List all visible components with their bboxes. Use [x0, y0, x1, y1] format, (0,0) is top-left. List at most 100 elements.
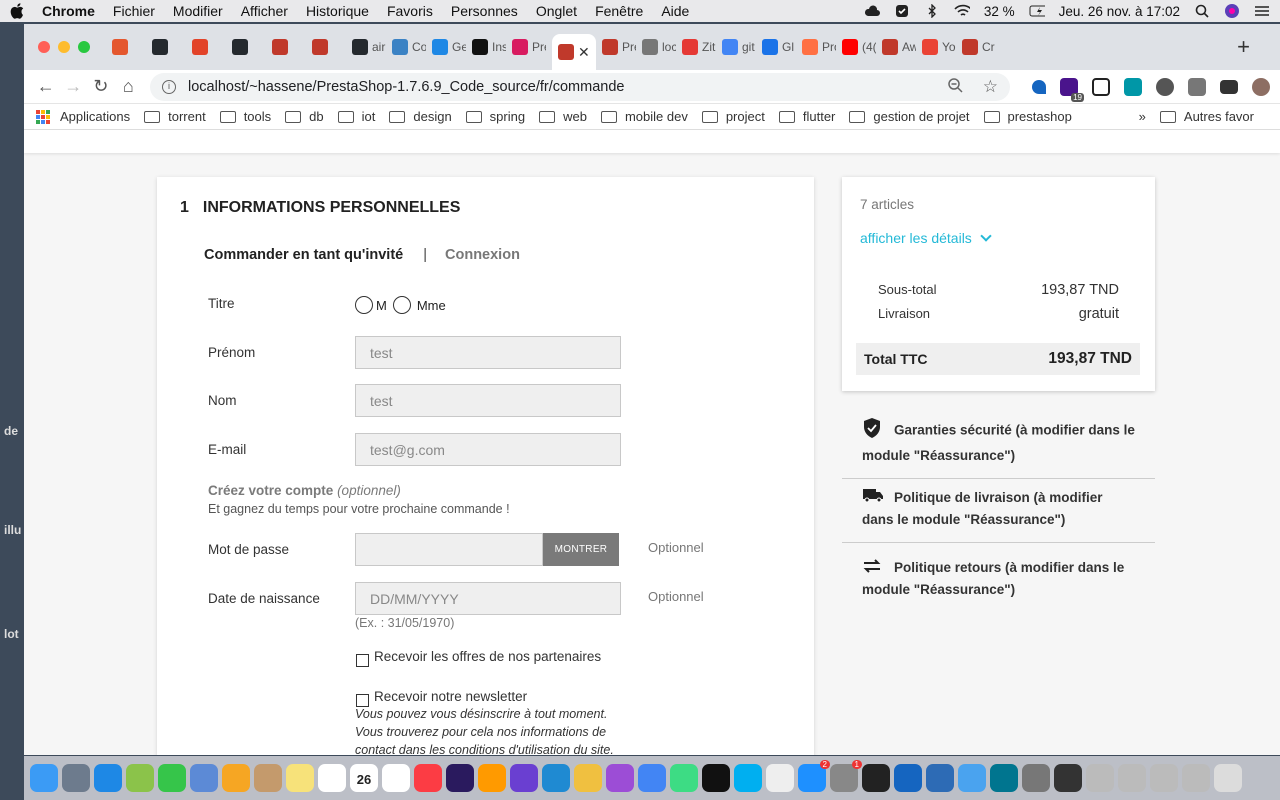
- control-center-icon[interactable]: [1254, 4, 1270, 18]
- calendar-icon[interactable]: 26: [350, 764, 378, 792]
- desktop-label[interactable]: illu: [4, 523, 21, 537]
- other-bookmarks-folder[interactable]: Autres favor: [1159, 109, 1254, 124]
- finder-folder-icon[interactable]: [958, 764, 986, 792]
- menu-fenetre[interactable]: Fenêtre: [595, 3, 643, 19]
- browser-tab[interactable]: [312, 30, 346, 64]
- apple-menu-icon[interactable]: [10, 3, 24, 19]
- browser-tab[interactable]: Yo: [922, 30, 956, 64]
- extensions-puzzle-icon[interactable]: [1188, 77, 1206, 96]
- vscode-icon[interactable]: [542, 764, 570, 792]
- screen2-icon[interactable]: [1118, 764, 1146, 792]
- battery-icon[interactable]: [1029, 4, 1045, 18]
- monitor-icon[interactable]: [1022, 764, 1050, 792]
- back-button[interactable]: ←: [34, 76, 58, 97]
- firstname-input[interactable]: test: [355, 336, 621, 369]
- extension-lt-icon[interactable]: [1092, 77, 1110, 96]
- menu-afficher[interactable]: Afficher: [241, 3, 288, 19]
- title-option-m[interactable]: M: [376, 298, 387, 313]
- extension-badge-icon[interactable]: 19: [1060, 77, 1084, 102]
- mysql-workbench-icon[interactable]: [894, 764, 922, 792]
- screen4-icon[interactable]: [1182, 764, 1210, 792]
- screen1-icon[interactable]: [1086, 764, 1114, 792]
- browser-tab[interactable]: Pré: [512, 30, 546, 64]
- bookmark-item[interactable]: torrent: [144, 109, 206, 124]
- bookmark-item[interactable]: iot: [337, 109, 375, 124]
- email-input[interactable]: test@g.com: [355, 433, 621, 466]
- tab-guest-checkout[interactable]: Commander en tant qu'invité: [204, 247, 403, 263]
- show-details-link[interactable]: afficher les détails: [860, 230, 992, 246]
- mysql-icon[interactable]: [990, 764, 1018, 792]
- bookmark-item[interactable]: project: [701, 109, 765, 124]
- browser-tab[interactable]: Gl: [762, 30, 796, 64]
- browser-tab[interactable]: [192, 30, 226, 64]
- wifi-icon[interactable]: [954, 4, 970, 18]
- textedit-icon[interactable]: [766, 764, 794, 792]
- home-button[interactable]: ⌂: [117, 76, 141, 97]
- virtualbox-icon[interactable]: [926, 764, 954, 792]
- console-icon[interactable]: [1054, 764, 1082, 792]
- close-tab-icon[interactable]: ✕: [578, 44, 590, 61]
- photos-icon[interactable]: [222, 764, 250, 792]
- chrome-icon[interactable]: [638, 764, 666, 792]
- browser-tab[interactable]: [152, 30, 186, 64]
- browser-tab[interactable]: Zit: [682, 30, 716, 64]
- maps-icon[interactable]: [126, 764, 154, 792]
- browser-tab[interactable]: Ge: [432, 30, 466, 64]
- browser-tab[interactable]: [232, 30, 266, 64]
- spotlight-search-icon[interactable]: [1194, 4, 1210, 18]
- messages-icon[interactable]: [158, 764, 186, 792]
- illustrator-icon[interactable]: [478, 764, 506, 792]
- close-window-button[interactable]: [38, 41, 50, 53]
- menu-onglet[interactable]: Onglet: [536, 3, 577, 19]
- zoom-window-button[interactable]: [78, 41, 90, 53]
- notion-icon[interactable]: [318, 764, 346, 792]
- finder-icon[interactable]: [30, 764, 58, 792]
- step-title[interactable]: 1 Informations personnelles: [180, 199, 460, 217]
- browser-tab[interactable]: loc: [642, 30, 676, 64]
- notes-icon[interactable]: [286, 764, 314, 792]
- extension-wave-icon[interactable]: [1124, 77, 1142, 96]
- minimize-window-button[interactable]: [58, 41, 70, 53]
- title-option-mme[interactable]: Mme: [417, 298, 446, 313]
- menu-historique[interactable]: Historique: [306, 3, 369, 19]
- podcasts-icon[interactable]: [606, 764, 634, 792]
- bluetooth-icon[interactable]: [924, 4, 940, 18]
- browser-tab[interactable]: git: [722, 30, 756, 64]
- desktop-label[interactable]: de: [4, 424, 18, 438]
- profile-avatar[interactable]: [1252, 77, 1270, 96]
- extension-v-icon[interactable]: [1032, 79, 1046, 94]
- appstore-icon[interactable]: 2: [798, 760, 830, 792]
- show-password-button[interactable]: MONTRER: [543, 533, 619, 566]
- browser-tab[interactable]: Pro: [802, 30, 836, 64]
- title-radio-m[interactable]: [355, 296, 373, 314]
- bookmark-item[interactable]: spring: [465, 109, 525, 124]
- bookmark-item[interactable]: tools: [219, 109, 271, 124]
- terminal-icon[interactable]: [862, 764, 890, 792]
- menu-modifier[interactable]: Modifier: [173, 3, 223, 19]
- bookmark-item[interactable]: gestion de projet: [849, 109, 970, 124]
- lastname-input[interactable]: test: [355, 384, 621, 417]
- menu-aide[interactable]: Aide: [661, 3, 689, 19]
- url-text[interactable]: localhost/~hassene/PrestaShop-1.7.6.9_Co…: [188, 79, 947, 95]
- after-effects-icon[interactable]: [446, 764, 474, 792]
- android-studio-icon[interactable]: [670, 764, 698, 792]
- menu-fichier[interactable]: Fichier: [113, 3, 155, 19]
- settings-icon[interactable]: 1: [830, 760, 862, 792]
- browser-tab[interactable]: (4(: [842, 30, 876, 64]
- browser-tab[interactable]: Cr: [962, 30, 996, 64]
- menu-favoris[interactable]: Favoris: [387, 3, 433, 19]
- launchpad-icon[interactable]: [62, 764, 90, 792]
- checkmark-icon[interactable]: [894, 4, 910, 18]
- bookmarks-overflow-button[interactable]: »: [1139, 109, 1146, 124]
- address-bar[interactable]: i localhost/~hassene/PrestaShop-1.7.6.9_…: [150, 72, 1010, 101]
- browser-tab[interactable]: Ins: [472, 30, 506, 64]
- menu-app-name[interactable]: Chrome: [42, 3, 95, 19]
- tab-login[interactable]: Connexion: [445, 247, 520, 263]
- newsletter-label[interactable]: Recevoir notre newsletter: [374, 689, 527, 704]
- password-input[interactable]: [355, 533, 543, 566]
- site-info-icon[interactable]: i: [162, 79, 176, 94]
- partners-checkbox[interactable]: [356, 654, 369, 667]
- partners-label[interactable]: Recevoir les offres de nos partenaires: [374, 649, 601, 664]
- tableplus-icon[interactable]: [574, 764, 602, 792]
- extension-cat-icon[interactable]: [1156, 77, 1174, 96]
